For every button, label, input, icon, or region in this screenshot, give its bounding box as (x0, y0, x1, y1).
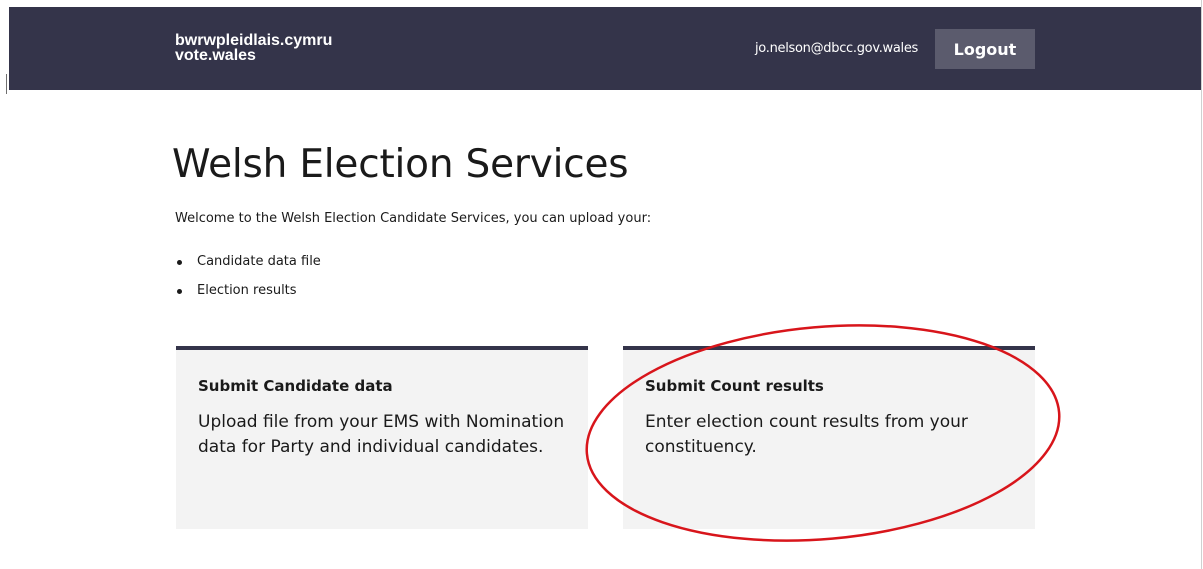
logo-welsh-text: bwrwpleidlais.cymru (175, 32, 333, 49)
card-title-candidate-data[interactable]: Submit Candidate data (198, 376, 393, 396)
submit-candidate-data-card[interactable]: Submit Candidate data Upload file from y… (176, 346, 588, 529)
card-description-candidate-data: Upload file from your EMS with Nominatio… (198, 412, 565, 457)
intro-text: Welcome to the Welsh Election Candidate … (175, 211, 652, 226)
card-description-count-results: Enter election count results from your c… (645, 412, 968, 457)
window-left-edge (6, 74, 7, 94)
upload-options-list: Candidate data file Election results (175, 252, 321, 310)
page-title: Welsh Election Services (172, 142, 629, 187)
window-top-edge (0, 0, 1203, 7)
window-right-scrollbar (1201, 0, 1202, 569)
logo-english-text: vote.wales (175, 47, 256, 64)
site-logo[interactable]: bwrwpleidlais.cymru vote.wales (175, 32, 333, 64)
submit-count-results-card[interactable]: Submit Count results Enter election coun… (623, 346, 1035, 529)
list-item-election-results: Election results (175, 281, 321, 310)
logout-button[interactable]: Logout (935, 29, 1035, 69)
card-title-count-results[interactable]: Submit Count results (645, 376, 824, 396)
list-item-candidate-data-file: Candidate data file (175, 252, 321, 281)
page: bwrwpleidlais.cymru vote.wales jo.nelson… (0, 0, 1203, 569)
user-email: jo.nelson@dbcc.gov.wales (755, 41, 919, 56)
